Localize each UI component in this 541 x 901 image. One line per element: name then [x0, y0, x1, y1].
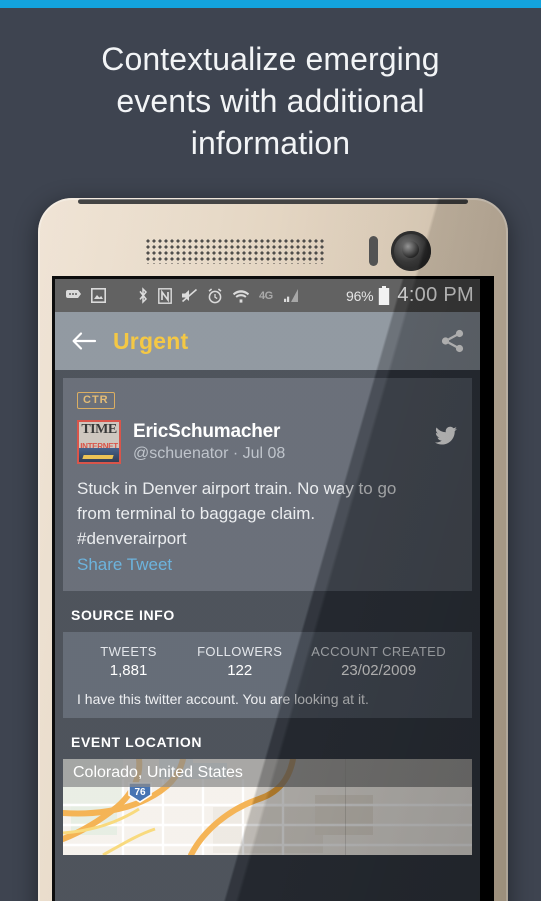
tweet-text: Stuck in Denver airport train. No way to… — [77, 476, 458, 551]
message-icon — [65, 289, 82, 302]
phone-mockup: 4G 96% 4:00 PM Urgent CTR TIME INTERNET … — [38, 198, 508, 901]
stat-account-created: ACCOUNT CREATED 23/02/2009 — [295, 644, 462, 679]
event-location-heading: EVENT LOCATION — [71, 734, 203, 750]
status-badge: CTR — [77, 392, 115, 409]
tweet-handle-date: @schuenator · Jul 08 — [133, 445, 286, 462]
toolbar-title: Urgent — [113, 327, 189, 354]
stat-value: 23/02/2009 — [341, 662, 417, 679]
map-location-label: Colorado, United States — [73, 764, 243, 781]
mute-icon — [181, 288, 198, 303]
app-toolbar: Urgent — [55, 312, 480, 370]
bluetooth-icon — [137, 287, 149, 304]
tweet-author-block: EricSchumacher @schuenator · Jul 08 — [133, 420, 422, 463]
proximity-sensor — [369, 236, 378, 266]
avatar[interactable]: TIME INTERNET — [77, 420, 121, 464]
detail-content[interactable]: CTR TIME INTERNET EricSchumacher @schuen… — [55, 370, 480, 901]
network-label: 4G — [259, 289, 273, 302]
source-bio: I have this twitter account. You are loo… — [77, 691, 369, 707]
top-accent-bar — [0, 0, 541, 8]
phone-top-edge — [78, 199, 468, 204]
status-bar-clock: 4:00 PM — [397, 284, 474, 306]
source-info-card: TWEETS 1,881 FOLLOWERS 122 ACCOUNT CREAT… — [63, 632, 472, 718]
stat-value: 122 — [227, 662, 253, 679]
earpiece-speaker-grille — [145, 238, 325, 264]
status-bar: 4G 96% 4:00 PM — [55, 279, 480, 312]
tweet-text-line-1: Stuck in Denver airport train. No way to… — [77, 479, 397, 498]
avatar-artwork — [79, 448, 119, 462]
headline-line-3: information — [190, 125, 351, 161]
nfc-icon — [158, 287, 172, 304]
tweet-hashtag[interactable]: #denverairport — [77, 529, 187, 548]
stat-label: FOLLOWERS — [197, 644, 283, 659]
stat-label: ACCOUNT CREATED — [311, 644, 447, 659]
tweet-header: TIME INTERNET EricSchumacher @schuenator… — [77, 420, 458, 464]
front-camera — [391, 231, 431, 271]
headline-line-1: Contextualize emerging — [101, 41, 440, 77]
stat-label: TWEETS — [100, 644, 157, 659]
headline-line-2: events with additional — [116, 83, 425, 119]
battery-percent-label: 96% — [345, 287, 374, 304]
map-location-label-bar: Colorado, United States — [63, 759, 472, 787]
twitter-bird-icon — [434, 424, 458, 448]
wifi-icon — [232, 288, 250, 304]
stat-value: 1,881 — [109, 662, 148, 679]
screenshot-icon — [91, 288, 106, 303]
event-location-map[interactable]: 76 Colorado, United States — [63, 759, 472, 855]
source-info-heading: SOURCE INFO — [71, 607, 175, 623]
avatar-title-text: TIME — [81, 422, 117, 437]
tweet-text-line-2: from terminal to baggage claim. — [77, 504, 316, 523]
source-stats-row: TWEETS 1,881 FOLLOWERS 122 ACCOUNT CREAT… — [73, 644, 462, 679]
stat-tweets: TWEETS 1,881 — [73, 644, 184, 679]
phone-screen: 4G 96% 4:00 PM Urgent CTR TIME INTERNET … — [55, 279, 480, 901]
back-arrow-icon[interactable] — [71, 328, 97, 354]
cell-signal-icon — [282, 288, 299, 303]
tweet-card[interactable]: CTR TIME INTERNET EricSchumacher @schuen… — [63, 378, 472, 591]
share-icon[interactable] — [440, 328, 466, 354]
battery-icon — [378, 285, 390, 306]
page-title: Contextualize emerging events with addit… — [0, 38, 541, 164]
alarm-icon — [207, 287, 223, 304]
4g-lte-icon: 4G — [259, 290, 273, 302]
stat-followers: FOLLOWERS 122 — [184, 644, 295, 679]
share-tweet-link[interactable]: Share Tweet — [77, 552, 458, 577]
tweet-display-name: EricSchumacher — [133, 421, 281, 442]
svg-text:76: 76 — [134, 787, 146, 798]
